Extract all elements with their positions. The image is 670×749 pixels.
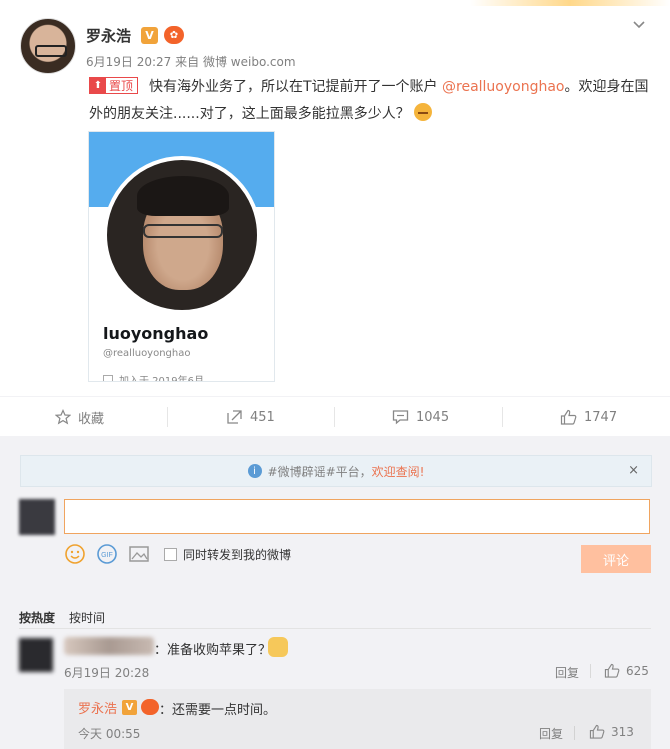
post-time[interactable]: 6月19日 20:27	[86, 55, 171, 69]
repost-checkbox[interactable]	[164, 547, 177, 561]
verified-badge-icon: V	[122, 700, 137, 715]
submit-comment-button[interactable]: 评论	[581, 545, 651, 573]
notice-hashtag[interactable]: #微博辟谣#平台，	[268, 463, 372, 480]
favorite-label: 收藏	[78, 411, 105, 427]
like-button[interactable]: 1747	[560, 397, 617, 437]
comment-time: 6月19日 20:28	[64, 666, 150, 680]
reply-like-button[interactable]: 313	[589, 724, 634, 739]
doge-emoji-icon	[268, 637, 288, 657]
commenter-name-blurred[interactable]	[64, 637, 154, 655]
composer-toolbar: GIF 同时转发到我的微博	[64, 543, 291, 565]
chevron-down-icon[interactable]	[633, 18, 645, 30]
profile-joined-text: 加入于 2019年6月	[119, 376, 204, 382]
post-text-before-link: 快有海外业务了，所以在T记提前开了一个账户	[149, 79, 443, 95]
gif-icon[interactable]: GIF	[96, 543, 118, 565]
thumbs-up-icon	[589, 724, 605, 739]
member-badge-icon[interactable]	[141, 699, 159, 715]
comment-text: ：准备收购苹果了？	[154, 643, 272, 658]
profile-hair	[137, 176, 229, 216]
info-icon: i	[247, 464, 262, 478]
star-icon	[55, 409, 71, 425]
commenter-avatar[interactable]	[19, 638, 53, 672]
comment-action-divider	[590, 664, 591, 678]
image-icon[interactable]	[128, 543, 150, 565]
calendar-icon	[103, 374, 113, 381]
sort-divider	[19, 628, 651, 629]
notice-cta[interactable]: 欢迎查阅!	[372, 463, 425, 480]
repost-button[interactable]: 451	[226, 397, 275, 437]
comment-count: 1045	[416, 409, 450, 425]
repost-icon	[227, 410, 242, 424]
top-decoration-band	[470, 0, 670, 6]
reply-reply-button[interactable]: 回复	[539, 725, 563, 742]
svg-text:GIF: GIF	[101, 552, 113, 559]
favorite-button[interactable]: 收藏	[55, 397, 104, 437]
reply-text: ：还需要一点时间。	[159, 703, 277, 718]
post-meta: 6月19日 20:27 来自 微博 weibo.com	[86, 53, 296, 70]
comment-like-count: 625	[626, 663, 649, 678]
repost-count: 451	[250, 409, 275, 425]
comment-input[interactable]	[64, 499, 650, 534]
close-icon[interactable]: ×	[628, 463, 639, 478]
author-avatar[interactable]	[20, 18, 76, 74]
reply-time: 今天 00:55	[78, 727, 141, 741]
current-user-avatar	[19, 499, 55, 535]
member-badge-icon[interactable]: ✿	[164, 26, 184, 44]
comment-button[interactable]: 1045	[392, 397, 449, 437]
comment-sort-tabs: 按热度 按时间	[19, 609, 119, 626]
source-prefix: 来自	[175, 55, 200, 69]
profile-name: luoyonghao	[103, 324, 209, 343]
like-count: 1747	[584, 409, 618, 425]
action-divider	[502, 407, 503, 427]
comment-icon	[392, 410, 409, 425]
emoji-icon[interactable]	[64, 543, 86, 565]
action-divider	[167, 407, 168, 427]
sort-by-heat-tab[interactable]: 按热度	[19, 609, 55, 626]
comment-reply-button[interactable]: 回复	[555, 664, 579, 681]
rumor-notice-banner[interactable]: i #微博辟谣#平台， 欢迎查阅! ×	[20, 455, 652, 487]
post-content: 快有海外业务了，所以在T记提前开了一个账户 @realluoyonghao。欢迎…	[89, 74, 649, 128]
action-divider	[334, 407, 335, 427]
verified-badge-icon: V	[141, 27, 158, 44]
profile-joined: 加入于 2019年6月	[103, 372, 204, 382]
repost-checkbox-label[interactable]: 同时转发到我的微博	[183, 546, 291, 563]
post-action-bar: 收藏 451 1045 1747	[0, 396, 670, 436]
reply-like-count: 313	[611, 724, 634, 739]
profile-avatar	[103, 156, 261, 314]
account-link[interactable]: @realluoyonghao	[442, 79, 565, 95]
unamused-emoji-icon	[414, 103, 433, 121]
profile-glasses	[143, 224, 223, 238]
reply-author-name[interactable]: 罗永浩	[78, 698, 117, 717]
comment-like-button[interactable]: 625	[604, 663, 649, 678]
sort-by-time-tab[interactable]: 按时间	[69, 609, 105, 626]
thumbs-up-icon	[604, 663, 620, 678]
author-name[interactable]: 罗永浩	[86, 25, 131, 46]
post-source[interactable]: 微博 weibo.com	[203, 55, 296, 69]
reply-action-divider	[574, 726, 575, 740]
profile-handle: @realluoyonghao	[103, 348, 191, 359]
twitter-profile-card-image[interactable]: luoyonghao @realluoyonghao 加入于 2019年6月	[88, 131, 275, 382]
thumbs-up-icon	[560, 409, 577, 425]
